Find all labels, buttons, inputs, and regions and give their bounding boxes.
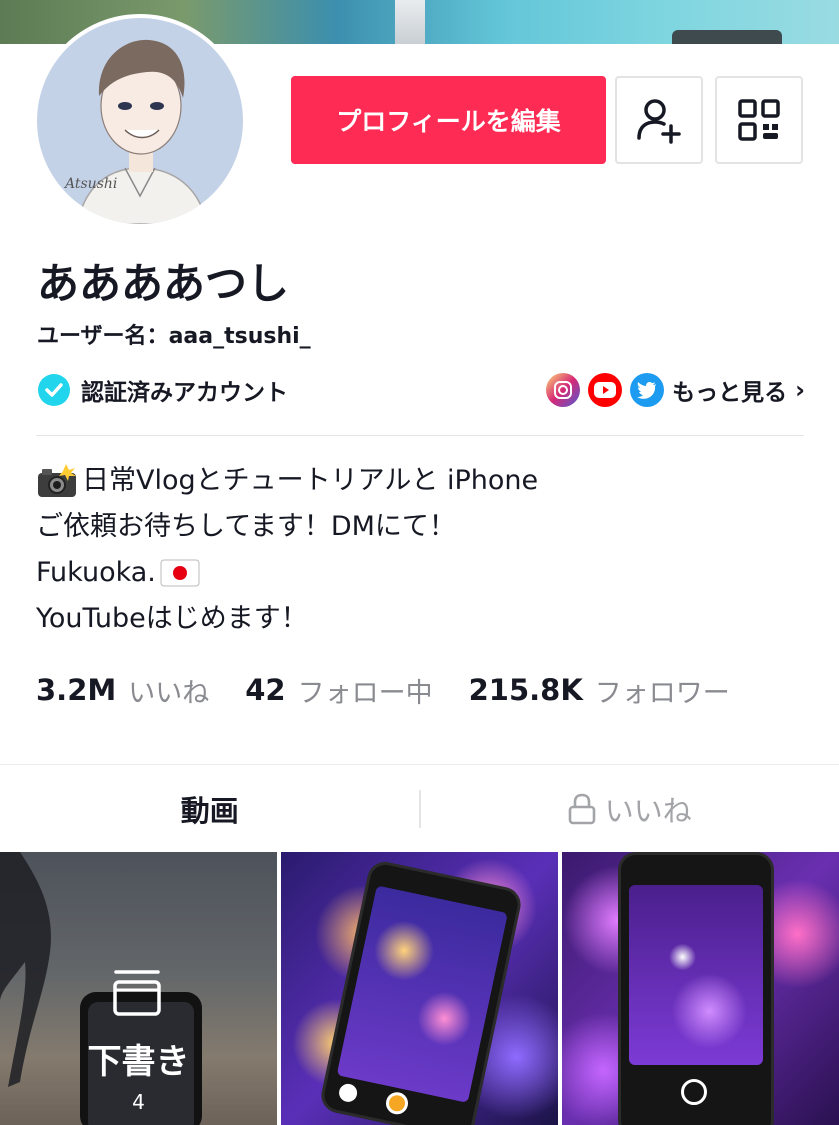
- avatar-drawing: Atsushi: [63, 39, 208, 224]
- username-label: ユーザー名：: [37, 324, 169, 349]
- bio-line: ご依頼お待ちしてます！DMにて！: [36, 504, 806, 550]
- edit-profile-button[interactable]: プロフィールを編集: [291, 76, 606, 164]
- verified-account: 認証済みアカウント: [37, 372, 288, 408]
- followers-label[interactable]: フォロワー: [595, 671, 730, 710]
- tab-videos[interactable]: 動画: [0, 766, 420, 852]
- drafts-count: 4: [132, 1090, 145, 1114]
- lock-icon: [568, 793, 596, 825]
- instagram-icon[interactable]: [546, 373, 581, 407]
- japan-flag-emoji-icon: [160, 559, 200, 587]
- camera-flash-emoji-icon: [38, 464, 76, 497]
- drafts-box-icon: [113, 970, 161, 1016]
- thumbnail-phone: [618, 852, 774, 1125]
- add-friend-button[interactable]: [615, 76, 703, 164]
- display-name: ああああつし: [37, 259, 290, 308]
- thumbnail-phone: [318, 858, 524, 1125]
- following-label[interactable]: フォロー中: [298, 671, 433, 710]
- social-links[interactable]: もっと見る ›: [546, 372, 805, 408]
- verified-badge-icon: [38, 374, 70, 406]
- divider: [0, 764, 839, 765]
- drafts-tile[interactable]: 下書き 4: [0, 852, 277, 1125]
- video-thumbnail[interactable]: [281, 852, 558, 1125]
- bio-line-4: YouTubeはじめます！: [36, 603, 308, 634]
- video-thumbnail[interactable]: [562, 852, 839, 1125]
- more-link-label[interactable]: もっと見る: [672, 373, 787, 407]
- avatar[interactable]: Atsushi: [33, 14, 247, 228]
- verified-label: 認証済みアカウント: [81, 380, 288, 406]
- username-value: aaa_tsushi_: [168, 324, 311, 349]
- profile-page: Atsushi プロフィールを編集 ああああつし ユーザー名：aaa_tsush…: [0, 0, 839, 1125]
- tab-videos-label: 動画: [180, 794, 239, 828]
- likes-label: いいね: [128, 677, 210, 709]
- likes-count: 3.2M: [36, 673, 117, 707]
- username-line: ユーザー名：aaa_tsushi_: [37, 318, 311, 350]
- qr-code-icon: [738, 99, 780, 141]
- chevron-right-icon: ›: [795, 376, 805, 404]
- edit-profile-label: プロフィールを編集: [336, 108, 561, 136]
- qr-code-button[interactable]: [715, 76, 803, 164]
- bio-line-3: Fukuoka.: [36, 557, 156, 588]
- tab-liked-label: いいね: [604, 794, 692, 828]
- cover-island-detail: [672, 30, 782, 44]
- video-grid: 下書き 4: [0, 852, 839, 1125]
- cover-bridge-detail: [395, 0, 425, 44]
- avatar-illustration: Atsushi: [37, 18, 243, 224]
- twitter-icon[interactable]: [630, 373, 665, 407]
- following-count[interactable]: 42: [245, 673, 285, 707]
- profile-stats: 3.2M いいね 42 フォロー中 215.8K フォロワー: [36, 668, 730, 712]
- tab-separator: [419, 790, 421, 828]
- person-plus-icon: [637, 99, 681, 144]
- bio: 日常Vlogとチュートリアルと iPhone ご依頼お待ちしてます！DMにて！ …: [36, 458, 806, 642]
- bio-line: Fukuoka.: [36, 550, 806, 596]
- youtube-icon[interactable]: [588, 373, 623, 407]
- divider: [36, 435, 804, 436]
- tab-liked[interactable]: いいね: [420, 766, 839, 852]
- bio-line-1: 日常Vlogとチュートリアルと iPhone: [82, 465, 539, 496]
- drafts-label: 下書き: [87, 1042, 190, 1082]
- bio-line-2: ご依頼お待ちしてます！DMにて！: [36, 511, 456, 542]
- followers-count[interactable]: 215.8K: [469, 673, 583, 707]
- bio-line: YouTubeはじめます！: [36, 596, 806, 642]
- bio-line: 日常Vlogとチュートリアルと iPhone: [36, 458, 806, 504]
- svg-text:Atsushi: Atsushi: [63, 176, 117, 192]
